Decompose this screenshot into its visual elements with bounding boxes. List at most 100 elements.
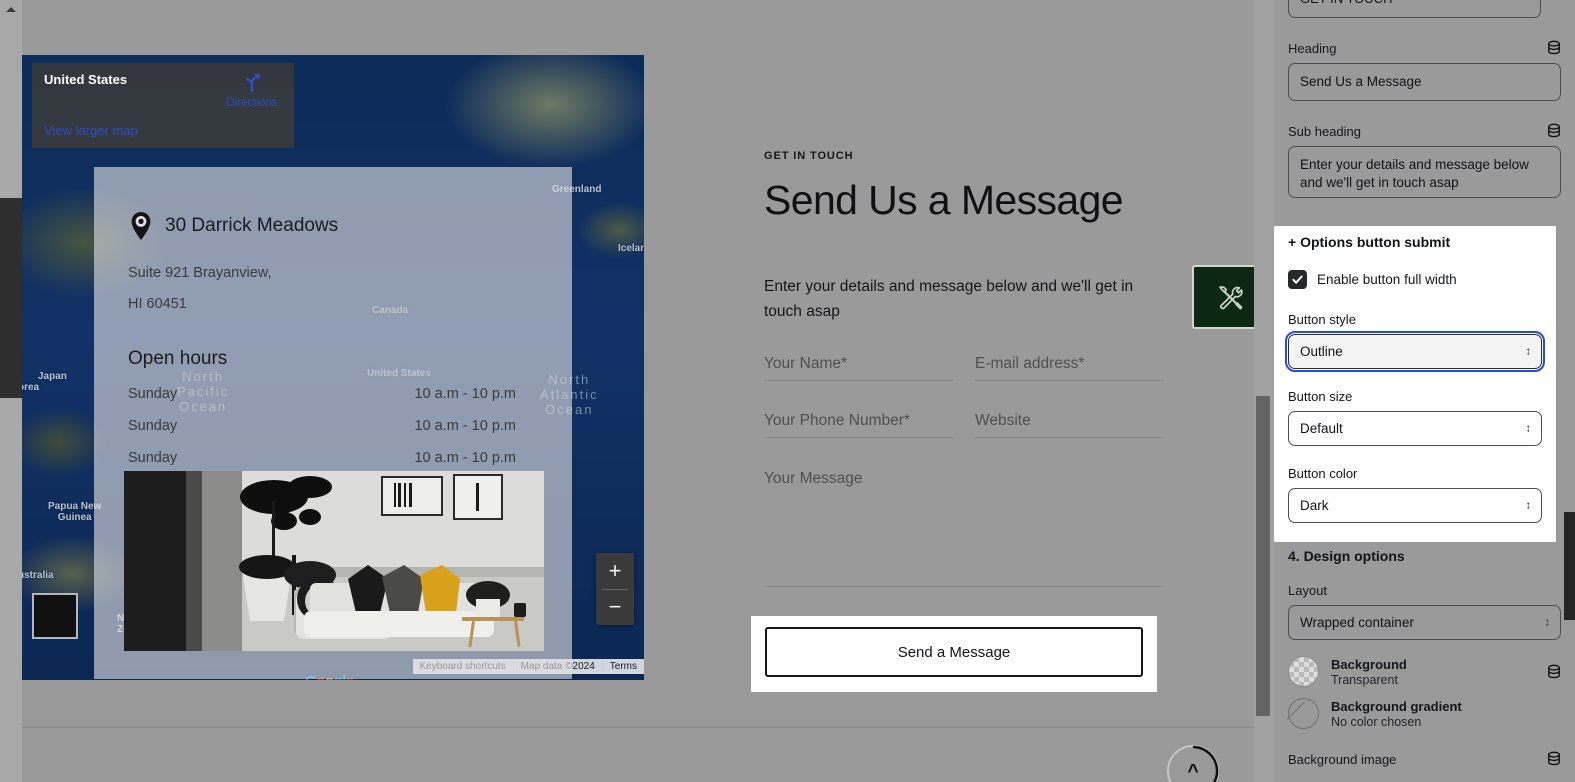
- sidebar-scrollbar-thumb[interactable]: [1564, 512, 1575, 620]
- address-city-zip: HI 60451: [128, 296, 187, 312]
- subheading-label-row: Sub heading: [1288, 123, 1561, 139]
- design-options-section: 4. Design options Layout Wrapped contain…: [1274, 548, 1575, 774]
- submit-button-highlight: Send a Message: [751, 616, 1157, 692]
- open-hours-day: Sunday: [128, 386, 178, 402]
- button-color-label: Button color: [1288, 466, 1358, 481]
- button-size-group: Button size Default ↕: [1288, 389, 1542, 446]
- map-infowindow[interactable]: United States Directions View larger map: [32, 63, 294, 148]
- map-zoom-in-button[interactable]: +: [596, 553, 634, 589]
- database-icon[interactable]: [1547, 123, 1561, 139]
- map-directions-label: Directions: [226, 97, 278, 109]
- open-hours-row: Sunday 10 a.m - 10 p.m: [128, 418, 538, 434]
- screen-root: Greenland Iceland Canada United States J…: [0, 0, 1575, 782]
- map-directions-button[interactable]: Directions: [220, 71, 284, 109]
- heading-input[interactable]: Send Us a Message: [1288, 63, 1561, 102]
- send-message-button[interactable]: Send a Message: [765, 627, 1143, 677]
- layout-label: Layout: [1288, 583, 1328, 598]
- enable-full-width-row[interactable]: Enable button full width: [1288, 270, 1542, 289]
- button-size-label: Button size: [1288, 389, 1353, 404]
- map-terms-link[interactable]: Terms: [601, 661, 644, 672]
- subheading-label: Sub heading: [1288, 123, 1362, 139]
- phone-input[interactable]: Your Phone Number*: [764, 412, 953, 439]
- website-input[interactable]: Website: [975, 412, 1164, 439]
- design-options-title: 4. Design options: [1288, 548, 1405, 564]
- database-icon[interactable]: [1547, 40, 1561, 56]
- background-value: Transparent: [1331, 672, 1398, 687]
- map-view-larger-link[interactable]: View larger map: [44, 123, 138, 138]
- database-icon[interactable]: [1547, 664, 1561, 680]
- preview-scrollbar-thumb[interactable]: [1256, 396, 1270, 716]
- background-title: Background: [1331, 656, 1407, 672]
- open-hours-time: 10 a.m - 10 p.m: [414, 450, 516, 466]
- name-input[interactable]: Your Name*: [764, 355, 953, 382]
- background-image-label: Background image: [1288, 751, 1397, 767]
- preview-scrollbar[interactable]: [1254, 0, 1274, 782]
- check-icon: [1292, 275, 1303, 284]
- address-card: 30 Darrick Meadows Suite 921 Brayanview,…: [94, 167, 572, 679]
- open-hours-time: 10 a.m - 10 p.m: [414, 386, 516, 402]
- button-color-group: Button color Dark ↕: [1288, 466, 1542, 523]
- button-style-select[interactable]: Outline ↕: [1285, 331, 1545, 372]
- address-name: 30 Darrick Meadows: [165, 215, 339, 236]
- eyebrow-text-input[interactable]: GET IN TOUCH: [1288, 0, 1541, 18]
- options-button-submit-panel: + Options button submit Enable button fu…: [1274, 226, 1556, 542]
- address-card-header: 30 Darrick Meadows: [128, 211, 538, 241]
- checkerboard-swatch[interactable]: [1288, 656, 1319, 687]
- open-hours-time: 10 a.m - 10 p.m: [414, 418, 516, 434]
- page-scrollbar-thumb[interactable]: [0, 198, 22, 398]
- layout-select[interactable]: Wrapped container ↕: [1288, 605, 1561, 640]
- background-gradient-setting-row[interactable]: Background gradient No color chosen: [1274, 698, 1575, 729]
- form-eyebrow: GET IN TOUCH: [764, 150, 854, 162]
- button-size-select[interactable]: Default ↕: [1288, 411, 1542, 446]
- email-input[interactable]: E-mail address*: [975, 355, 1164, 382]
- options-panel-title[interactable]: + Options button submit: [1288, 226, 1542, 250]
- contact-form-section: GET IN TOUCH Send Us a Message Enter you…: [764, 150, 1164, 588]
- subheading-setting-group: Sub heading Enter your details and messa…: [1274, 123, 1575, 198]
- map-pin-icon: [131, 212, 151, 240]
- background-image-row[interactable]: Background image: [1274, 751, 1575, 767]
- open-hours-row: Sunday 10 a.m - 10 p.m: [128, 450, 538, 466]
- map-label-korea: orea: [22, 382, 40, 393]
- message-textarea[interactable]: Your Message: [764, 470, 1164, 588]
- tools-floating-button[interactable]: [1192, 265, 1254, 329]
- layout-select-value: Wrapped container: [1300, 615, 1414, 630]
- background-gradient-value: No color chosen: [1331, 714, 1422, 729]
- database-icon[interactable]: [1547, 751, 1561, 767]
- form-row-1: Your Name* E-mail address*: [764, 355, 1164, 382]
- form-subcopy: Enter your details and message below and…: [764, 278, 1134, 320]
- button-style-label: Button style: [1288, 312, 1356, 327]
- open-hours-day: Sunday: [128, 418, 178, 434]
- map-label-iceland: Iceland: [618, 243, 644, 254]
- button-color-select[interactable]: Dark ↕: [1288, 488, 1542, 523]
- background-gradient-texts: Background gradient No color chosen: [1331, 699, 1561, 729]
- enable-full-width-checkbox[interactable]: [1288, 270, 1307, 289]
- page-scrollbar-left[interactable]: [0, 0, 22, 782]
- map-minimap[interactable]: [32, 593, 78, 639]
- sidebar-scrollbar[interactable]: [1564, 0, 1575, 782]
- open-hours-title: Open hours: [128, 348, 228, 369]
- chevron-updown-icon: ↕: [1525, 499, 1532, 511]
- map-embed[interactable]: Greenland Iceland Canada United States J…: [22, 55, 644, 680]
- heading-setting-group: Heading Send Us a Message: [1274, 40, 1575, 102]
- enable-full-width-label: Enable button full width: [1317, 272, 1457, 287]
- map-zoom-out-button[interactable]: −: [596, 589, 634, 625]
- tools-icon: [1219, 286, 1243, 310]
- subheading-input[interactable]: Enter your details and message below and…: [1288, 146, 1561, 198]
- open-hours-row: Sunday 10 a.m - 10 p.m: [128, 386, 538, 402]
- background-setting-row[interactable]: Background Transparent: [1274, 656, 1575, 687]
- layout-setting-group: Layout Wrapped container ↕: [1274, 583, 1575, 640]
- button-size-select-value: Default: [1300, 421, 1343, 436]
- interior-photo-graphic: [124, 471, 544, 651]
- scroll-up-arrow-icon[interactable]: [0, 0, 22, 18]
- form-row-2: Your Phone Number* Website: [764, 412, 1164, 439]
- map-label-japan: Japan: [38, 371, 67, 382]
- map-zoom-controls[interactable]: + −: [596, 553, 634, 625]
- form-heading: Send Us a Message: [764, 177, 1124, 223]
- interior-photo: [124, 471, 544, 651]
- open-hours-day: Sunday: [128, 450, 178, 466]
- no-color-swatch[interactable]: [1288, 698, 1319, 729]
- heading-label-row: Heading: [1288, 40, 1561, 56]
- back-to-top-button[interactable]: ^: [1167, 745, 1219, 782]
- background-gradient-title: Background gradient: [1331, 698, 1462, 714]
- directions-arrow-icon: [246, 73, 261, 92]
